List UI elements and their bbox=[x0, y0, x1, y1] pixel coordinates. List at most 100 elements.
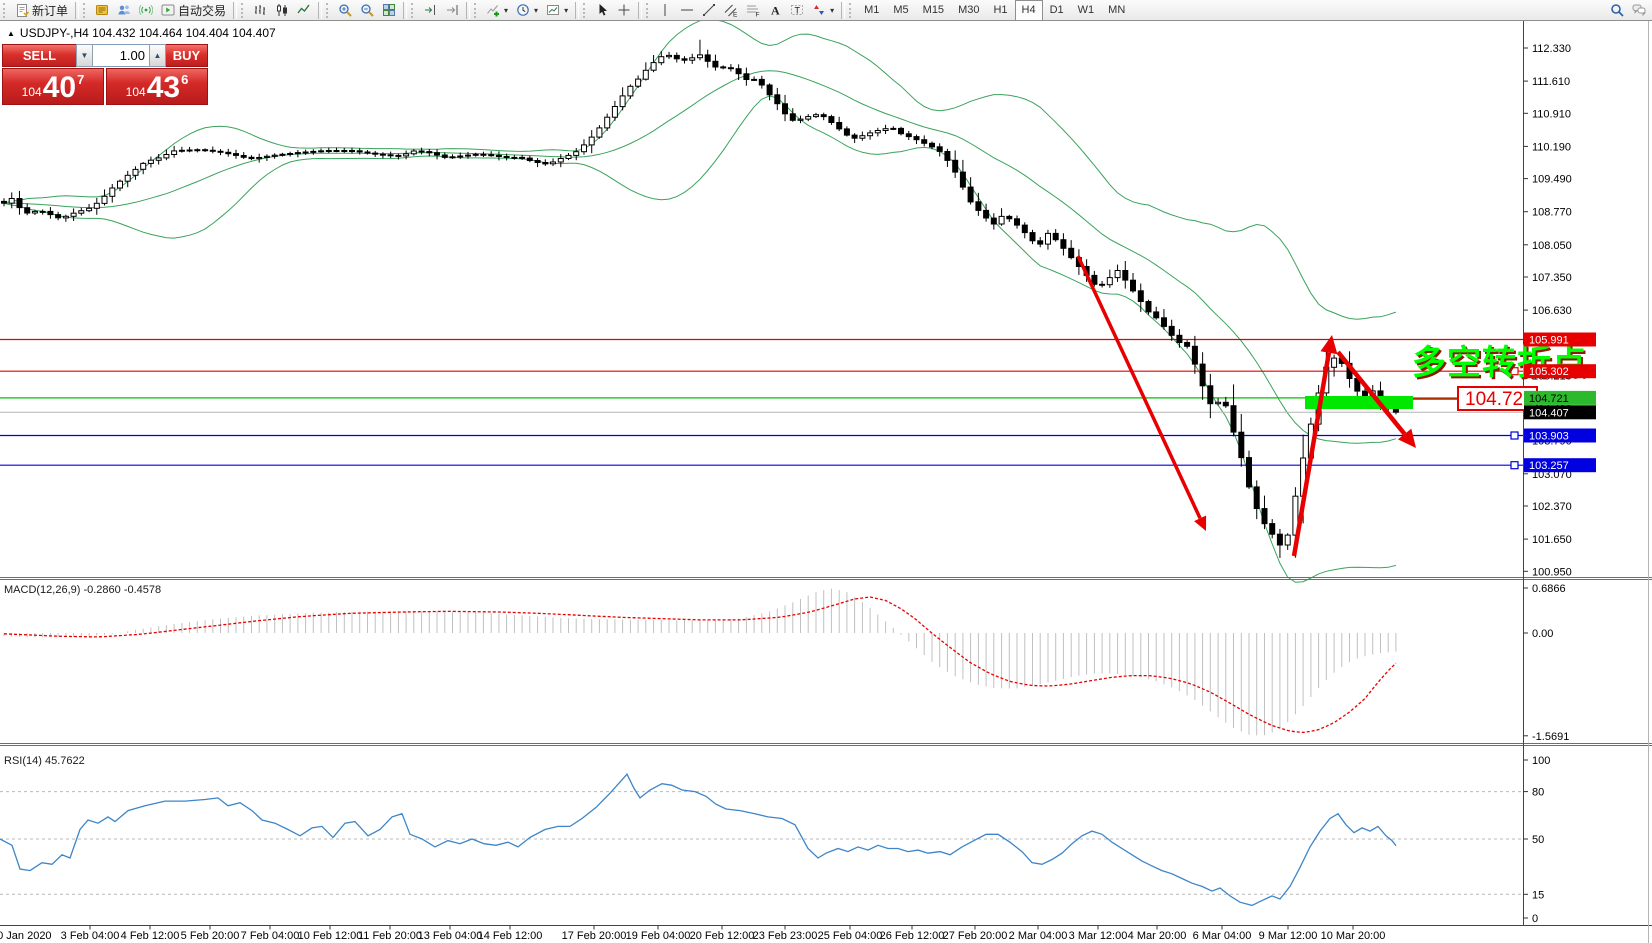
candle-body bbox=[945, 152, 950, 161]
candle-body bbox=[450, 157, 455, 158]
tile-windows-button[interactable] bbox=[378, 0, 400, 21]
search-button[interactable] bbox=[1606, 0, 1628, 21]
candle-body bbox=[1123, 271, 1128, 281]
bar-chart-button[interactable] bbox=[249, 0, 271, 21]
candle-body bbox=[365, 152, 370, 153]
trend-arrow-head-2[interactable] bbox=[1321, 335, 1338, 354]
trend-arrow-line-2[interactable] bbox=[1294, 353, 1329, 556]
fibonacci-button[interactable]: F bbox=[742, 0, 764, 21]
toolbar-grip bbox=[646, 3, 651, 18]
cursor-button[interactable] bbox=[591, 0, 613, 21]
templates-button[interactable]: ▾ bbox=[542, 0, 572, 21]
timeframe-h4-button[interactable]: H4 bbox=[1015, 0, 1043, 21]
timeframe-d1-button[interactable]: D1 bbox=[1043, 0, 1071, 21]
trendline-button[interactable] bbox=[698, 0, 720, 21]
candle-body bbox=[1262, 509, 1267, 524]
candle-body bbox=[682, 59, 687, 60]
buy-button[interactable]: BUY bbox=[166, 44, 208, 67]
signals-button[interactable] bbox=[135, 0, 157, 21]
candle-body bbox=[543, 163, 548, 164]
price-callout[interactable]: 104.721 bbox=[1413, 387, 1537, 410]
candle-body bbox=[860, 136, 865, 139]
page-icon bbox=[15, 3, 29, 17]
candle-body bbox=[991, 218, 996, 224]
collapse-icon[interactable]: ▲ bbox=[7, 29, 15, 38]
ask-price-panel[interactable]: 104 43 6 bbox=[106, 68, 208, 105]
new-order-button[interactable]: 新订单 bbox=[11, 0, 72, 21]
indicators-button[interactable]: ▾ bbox=[482, 0, 512, 21]
toolbar-separator bbox=[403, 2, 407, 19]
autotrading-button[interactable]: 自动交易 bbox=[157, 0, 230, 21]
rsi-indicator-label: RSI(14) 45.7622 bbox=[4, 755, 85, 767]
vline-icon bbox=[658, 3, 672, 17]
symbol-ohlc-text: USDJPY-,H4 104.432 104.464 104.404 104.4… bbox=[20, 26, 276, 40]
candle-body bbox=[1138, 291, 1143, 302]
candle-body bbox=[821, 115, 826, 117]
time-label: 10 Mar 20:00 bbox=[1321, 930, 1386, 942]
price-label: 110.910 bbox=[1532, 108, 1571, 120]
time-label: 4 Feb 12:00 bbox=[121, 930, 180, 942]
horizontal-line-button[interactable] bbox=[676, 0, 698, 21]
timeframe-h1-button[interactable]: H1 bbox=[986, 0, 1014, 21]
candle-body bbox=[643, 70, 648, 79]
people-icon bbox=[117, 3, 131, 17]
candle-body bbox=[458, 156, 463, 157]
crosshair-button[interactable] bbox=[613, 0, 635, 21]
volume-decrease-button[interactable]: ▼ bbox=[76, 44, 93, 67]
time-label: 17 Feb 20:00 bbox=[562, 930, 627, 942]
candle-body bbox=[659, 57, 664, 63]
candle-body bbox=[2, 201, 7, 203]
sell-button[interactable]: SELL bbox=[2, 44, 76, 67]
candle-body bbox=[32, 211, 37, 213]
candle-body bbox=[1069, 248, 1074, 257]
vertical-line-button[interactable] bbox=[654, 0, 676, 21]
community-button[interactable] bbox=[113, 0, 135, 21]
candle-body bbox=[466, 155, 471, 156]
timeframe-m5-button[interactable]: M5 bbox=[886, 0, 915, 21]
chart-shift-button[interactable] bbox=[419, 0, 441, 21]
line-selection-handle[interactable] bbox=[1511, 462, 1518, 469]
trend-arrow-line-3[interactable] bbox=[1338, 352, 1405, 434]
channel-button[interactable]: E bbox=[720, 0, 742, 21]
symbol-header[interactable]: ▲ USDJPY-,H4 104.432 104.464 104.404 104… bbox=[7, 26, 276, 40]
timeframe-m30-button[interactable]: M30 bbox=[951, 0, 986, 21]
line-chart-button[interactable] bbox=[293, 0, 315, 21]
candle-body bbox=[280, 154, 285, 155]
timeframe-m1-button[interactable]: M1 bbox=[857, 0, 886, 21]
timeframe-m15-button[interactable]: M15 bbox=[916, 0, 951, 21]
candle-body bbox=[984, 210, 989, 218]
candle-body bbox=[218, 151, 223, 152]
arrows-button[interactable]: ▾ bbox=[808, 0, 838, 21]
timeframe-mn-button[interactable]: MN bbox=[1101, 0, 1132, 21]
zoom-out-button[interactable] bbox=[356, 0, 378, 21]
text-button[interactable]: A bbox=[764, 0, 786, 21]
volume-input[interactable] bbox=[93, 44, 149, 67]
candle-body bbox=[690, 58, 695, 60]
candle-body bbox=[1015, 219, 1020, 225]
timeframe-w1-button[interactable]: W1 bbox=[1071, 0, 1102, 21]
candlestick-chart-button[interactable] bbox=[271, 0, 293, 21]
account-button[interactable] bbox=[91, 0, 113, 21]
candle-body bbox=[473, 154, 478, 155]
toolbar-grip bbox=[474, 3, 479, 18]
labelT-icon: T bbox=[790, 3, 804, 17]
time-label: 7 Feb 04:00 bbox=[241, 930, 300, 942]
auto-scroll-button[interactable] bbox=[441, 0, 463, 21]
one-click-trading-panel: SELL ▼ ▲ BUY 104 40 7 104 43 6 bbox=[2, 44, 208, 105]
candle-body bbox=[1200, 364, 1205, 386]
label-button[interactable]: T bbox=[786, 0, 808, 21]
line-selection-handle[interactable] bbox=[1511, 432, 1518, 439]
toolbar-separator bbox=[575, 2, 579, 19]
periods-button[interactable]: ▾ bbox=[512, 0, 542, 21]
zoom-in-button[interactable] bbox=[334, 0, 356, 21]
bars-icon bbox=[253, 3, 267, 17]
volume-increase-button[interactable]: ▲ bbox=[149, 44, 166, 67]
bid-price-panel[interactable]: 104 40 7 bbox=[2, 68, 104, 105]
candle-body bbox=[303, 152, 308, 153]
candle-body bbox=[187, 150, 192, 151]
time-label: 3 Mar 12:00 bbox=[1069, 930, 1128, 942]
chat-button[interactable] bbox=[1628, 0, 1650, 21]
candles bbox=[2, 40, 1399, 558]
crosshair-icon bbox=[617, 3, 631, 17]
macd-indicator-label: MACD(12,26,9) -0.2860 -0.4578 bbox=[4, 584, 161, 596]
